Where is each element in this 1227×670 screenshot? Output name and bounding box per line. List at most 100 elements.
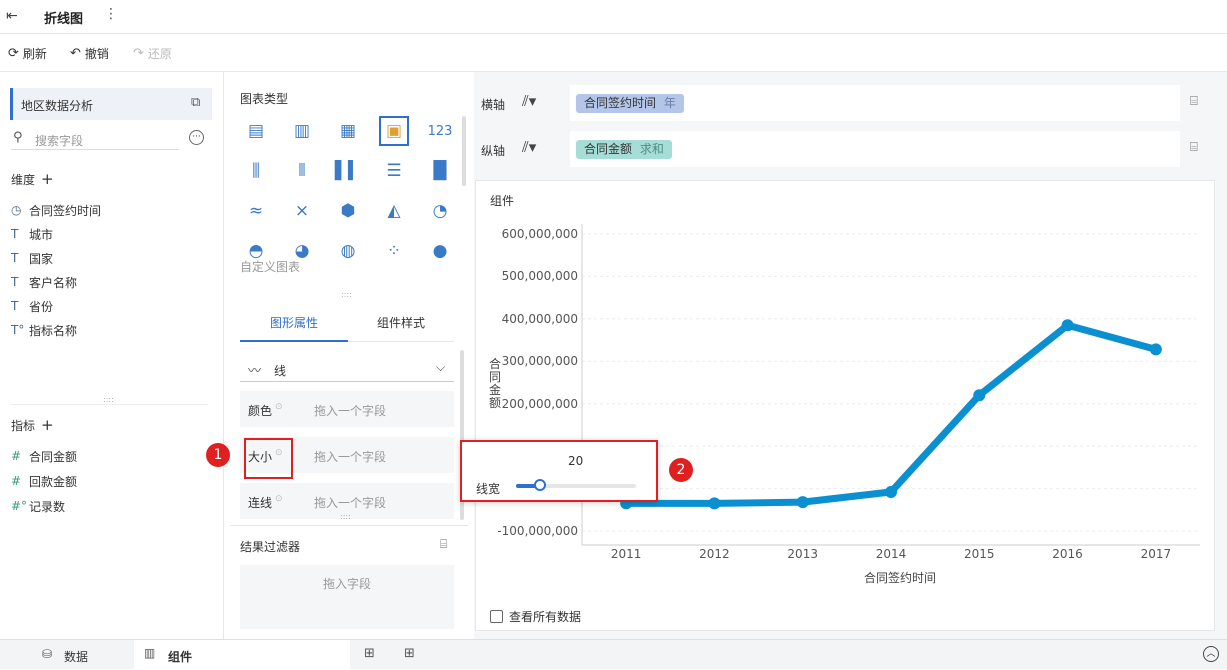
- chart-icon: ▥: [144, 646, 156, 660]
- measure-field[interactable]: #° 记录数: [11, 496, 65, 516]
- text-field-icon: T: [11, 275, 19, 289]
- splitter-handle[interactable]: ::::: [103, 395, 114, 404]
- marker-2: 2: [669, 458, 693, 482]
- more-options-icon[interactable]: ···: [189, 130, 204, 145]
- clear-icon[interactable]: ⌸: [1190, 94, 1198, 109]
- refresh-icon: ⟳: [8, 46, 19, 61]
- text-field-icon: T: [11, 251, 19, 265]
- field-search[interactable]: ⚲ 搜索字段: [11, 128, 179, 150]
- x-field-suffix: 年: [663, 96, 676, 110]
- line-type-select[interactable]: 〰 线 ⌵: [240, 356, 454, 382]
- dimension-field[interactable]: T 客户名称: [11, 272, 77, 292]
- tab-graph-props[interactable]: 图形属性: [240, 306, 348, 342]
- x-axis-drop[interactable]: 合同签约时间 年: [570, 85, 1180, 121]
- rose-chart-icon[interactable]: ◕: [287, 236, 317, 266]
- connect-label: 连线: [248, 496, 273, 510]
- refresh-button[interactable]: ⟳ 刷新: [8, 45, 47, 62]
- dimension-field-label: 城市: [29, 227, 54, 242]
- x-axis-type-icon[interactable]: ⫽▾: [522, 92, 536, 110]
- measure-field[interactable]: # 合同金额: [11, 446, 77, 466]
- more-vertical-icon[interactable]: ⋮: [104, 6, 118, 22]
- connect-drop-field[interactable]: 拖入一个字段: [314, 494, 386, 511]
- clear-icon[interactable]: ⌸: [440, 537, 447, 552]
- divider: [10, 404, 208, 405]
- measure-field-label: 合同金额: [29, 449, 78, 464]
- detail-table-icon[interactable]: ▦: [333, 116, 363, 146]
- line-chart-icon: 〰: [248, 364, 262, 379]
- exit-icon[interactable]: ⇤: [6, 8, 18, 24]
- redo-label: 还原: [147, 47, 172, 61]
- gauge-icon[interactable]: ◔: [425, 196, 455, 226]
- view-all-checkbox[interactable]: 查看所有数据: [490, 608, 581, 625]
- dimension-field[interactable]: T 省份: [11, 296, 53, 316]
- search-input[interactable]: 搜索字段: [35, 132, 83, 149]
- color-drop-field[interactable]: 拖入一个字段: [314, 402, 386, 419]
- tab-component-style[interactable]: 组件样式: [348, 306, 454, 342]
- area-chart-icon[interactable]: ◭: [379, 196, 409, 226]
- collapse-icon[interactable]: ︿: [1203, 646, 1219, 662]
- switch-dataset-icon[interactable]: ⧉: [191, 95, 200, 110]
- redo-icon: ↷: [133, 46, 144, 61]
- pie-chart-icon[interactable]: ◓: [241, 236, 271, 266]
- tab-data[interactable]: ⛁ 数据: [0, 640, 134, 670]
- splitter-handle[interactable]: ::::: [341, 290, 352, 299]
- column-stack-icon[interactable]: ⦀: [287, 156, 317, 186]
- size-drop-field[interactable]: 拖入一个字段: [314, 448, 386, 465]
- map-icon[interactable]: ◍: [333, 236, 363, 266]
- grouped-table-icon[interactable]: ▥: [287, 116, 317, 146]
- y-field-suffix: 求和: [639, 142, 664, 156]
- data-point: [1061, 319, 1074, 332]
- x-axis-field-pill[interactable]: 合同签约时间 年: [576, 94, 684, 113]
- dataset-selector[interactable]: 地区数据分析 ⧉: [10, 88, 212, 120]
- settings-icon[interactable]: ⊙: [275, 402, 283, 412]
- add-measure-icon[interactable]: +: [41, 416, 54, 434]
- tab-component[interactable]: ▥ 组件: [134, 640, 350, 670]
- settings-icon[interactable]: ⊙: [275, 494, 283, 504]
- dimension-field-label: 省份: [29, 299, 54, 314]
- kpi-icon[interactable]: 123: [425, 116, 455, 146]
- measure-title: 指标: [11, 418, 36, 433]
- y-axis-field-pill[interactable]: 合同金额 求和: [576, 140, 672, 159]
- line-chart: [581, 224, 1200, 546]
- undo-button[interactable]: ↶ 撤销: [70, 45, 109, 62]
- measure-field[interactable]: # 回款金额: [11, 471, 77, 491]
- add-dimension-icon[interactable]: +: [41, 170, 54, 188]
- scatter-icon[interactable]: ⁘: [379, 236, 409, 266]
- data-point: [796, 496, 809, 509]
- line-wave-icon[interactable]: ≈: [241, 196, 271, 226]
- tab-data-label: 数据: [64, 650, 89, 664]
- table-chart-icon[interactable]: ▤: [241, 116, 271, 146]
- bar-range-icon[interactable]: ⫼: [241, 156, 271, 186]
- y-axis-drop[interactable]: 合同金额 求和: [570, 131, 1180, 167]
- checkbox-icon[interactable]: [490, 610, 503, 623]
- redo-button[interactable]: ↷ 还原: [133, 45, 172, 62]
- number-field-icon: #°: [11, 499, 28, 513]
- dimension-field[interactable]: T 城市: [11, 224, 53, 244]
- add-component-icon[interactable]: ⊞: [364, 646, 375, 661]
- waterfall-icon[interactable]: ▐▌: [425, 156, 455, 186]
- page-title: 折线图: [44, 12, 84, 27]
- y-axis-label: 纵轴: [481, 144, 506, 158]
- dimension-field[interactable]: ◷ 合同签约时间: [11, 200, 101, 220]
- add-dashboard-icon[interactable]: ⊞: [404, 646, 415, 661]
- line-chart-icon[interactable]: ▣: [379, 116, 409, 146]
- column-chart-icon[interactable]: ▌▍: [333, 156, 363, 186]
- bar-chart-icon[interactable]: ☰: [379, 156, 409, 186]
- filter-drop-zone[interactable]: 拖入字段: [240, 565, 454, 629]
- search-icon: ⚲: [13, 130, 23, 145]
- clear-icon[interactable]: ⌸: [1190, 140, 1198, 155]
- measure-header: 指标 +: [11, 416, 54, 434]
- y-tick-label: -100,000,000: [497, 524, 578, 538]
- line-width-slider[interactable]: [516, 479, 636, 491]
- polygon-icon[interactable]: ⬢: [333, 196, 363, 226]
- x-tick-label: 2013: [787, 547, 818, 561]
- y-axis-type-icon[interactable]: ⫽▾: [522, 138, 536, 156]
- color-prop-row[interactable]: 颜色 ⊙ 拖入一个字段: [240, 391, 454, 427]
- bubble-icon[interactable]: ●: [425, 236, 455, 266]
- slider-handle[interactable]: [534, 479, 546, 491]
- splitter-handle[interactable]: ::::: [340, 512, 351, 521]
- dimension-field[interactable]: T° 指标名称: [11, 320, 77, 340]
- chart-type-scrollbar[interactable]: [462, 116, 466, 186]
- radar-icon[interactable]: ⨯: [287, 196, 317, 226]
- dimension-field[interactable]: T 国家: [11, 248, 53, 268]
